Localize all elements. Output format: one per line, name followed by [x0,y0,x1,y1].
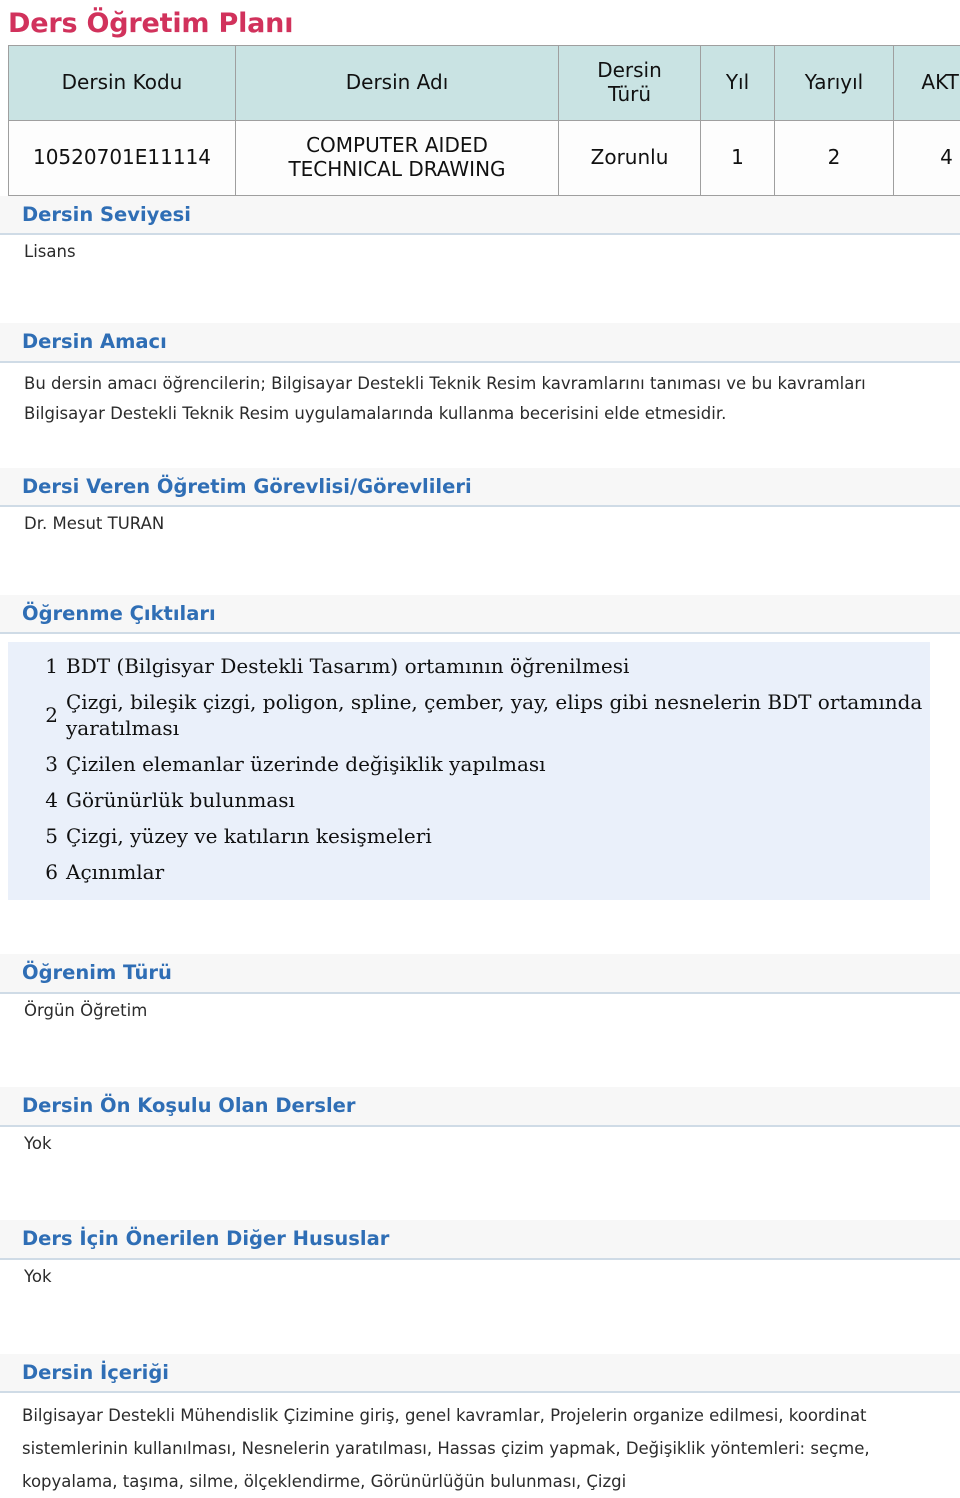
course-name-line2: TECHNICAL DRAWING [288,157,505,181]
learning-outcomes-table: 1 BDT (Bilgisyar Destekli Tasarım) ortam… [8,648,930,890]
course-type-header-line1: Dersin [597,58,662,82]
section-body-prerequisites: Yok [0,1127,960,1161]
section-header-instructors: Dersi Veren Öğretim Görevlisi/Görevliler… [0,468,960,507]
course-summary-table-wrapper: Dersin Kodu Dersin Adı Dersin Türü Yıl Y… [0,45,960,196]
section-body-course-content: Bilgisayar Destekli Mühendislik Çizimine… [0,1393,960,1498]
column-header-term: Yarıyıl [775,46,894,121]
section-education-type: Öğrenim Türü Örgün Öğretim [0,954,960,1027]
section-header-prerequisites: Dersin Ön Koşulu Olan Dersler [0,1087,960,1126]
outcome-text: Çizgi, yüzey ve katıların kesişmeleri [62,818,930,854]
cell-akts: 4 [894,121,960,196]
spacer [0,900,960,954]
course-summary-table: Dersin Kodu Dersin Adı Dersin Türü Yıl Y… [8,45,960,196]
section-learning-outcomes: Öğrenme Çıktıları 1 BDT (Bilgisyar Deste… [0,595,960,900]
cell-term: 2 [775,121,894,196]
page-title: Ders Öğretim Planı [0,0,960,45]
section-title-learning-outcomes: Öğrenme Çıktıları [22,602,216,625]
outcome-text: BDT (Bilgisyar Destekli Tasarım) ortamın… [62,648,930,684]
column-header-course-name: Dersin Adı [236,46,559,121]
section-header-education-type: Öğrenim Türü [0,954,960,993]
spacer [0,269,960,323]
section-body-course-aim: Bu dersin amacı öğrencilerin; Bilgisayar… [0,363,960,434]
course-type-header-line2: Türü [608,82,651,106]
section-instructors: Dersi Veren Öğretim Görevlisi/Görevliler… [0,468,960,541]
cell-course-name: COMPUTER AIDED TECHNICAL DRAWING [236,121,559,196]
section-header-recommendations: Ders İçin Önerilen Diğer Hususlar [0,1220,960,1259]
outcome-number: 3 [8,746,62,782]
table-header-row: Dersin Kodu Dersin Adı Dersin Türü Yıl Y… [9,46,960,121]
section-recommendations: Ders İçin Önerilen Diğer Hususlar Yok [0,1220,960,1293]
column-header-year: Yıl [701,46,775,121]
section-title-course-aim: Dersin Amacı [22,330,167,353]
cell-year: 1 [701,121,775,196]
section-header-course-aim: Dersin Amacı [0,323,960,362]
outcome-number: 2 [8,684,62,746]
section-title-course-level: Dersin Seviyesi [22,203,191,226]
section-title-recommendations: Ders İçin Önerilen Diğer Hususlar [22,1227,389,1250]
learning-outcomes-box: 1 BDT (Bilgisyar Destekli Tasarım) ortam… [8,642,930,900]
section-body-course-level: Lisans [0,235,960,269]
outcome-number: 4 [8,782,62,818]
outcome-number: 5 [8,818,62,854]
list-item: 2 Çizgi, bileşik çizgi, poligon, spline,… [8,684,930,746]
course-name-line1: COMPUTER AIDED [306,133,488,157]
spacer [0,1294,960,1354]
spacer [0,1160,960,1220]
column-header-akts: AKTS [894,46,960,121]
cell-course-code: 10520701E11114 [9,121,236,196]
list-item: 4 Görünürlük bulunması [8,782,930,818]
column-header-course-type: Dersin Türü [559,46,701,121]
section-body-instructors: Dr. Mesut TURAN [0,507,960,541]
section-header-course-level: Dersin Seviyesi [0,196,960,235]
outcome-text: Açınımlar [62,854,930,890]
section-title-course-content: Dersin İçeriği [22,1361,169,1384]
outcome-number: 6 [8,854,62,890]
cell-course-type: Zorunlu [559,121,701,196]
outcome-text: Çizilen elemanlar üzerinde değişiklik ya… [62,746,930,782]
spacer [0,1027,960,1087]
spacer [0,541,960,595]
outcome-text: Çizgi, bileşik çizgi, poligon, spline, ç… [62,684,930,746]
section-title-prerequisites: Dersin Ön Koşulu Olan Dersler [22,1094,356,1117]
outcome-number: 1 [8,648,62,684]
column-header-course-code: Dersin Kodu [9,46,236,121]
list-item: 3 Çizilen elemanlar üzerinde değişiklik … [8,746,930,782]
section-course-level: Dersin Seviyesi Lisans [0,196,960,269]
section-header-learning-outcomes: Öğrenme Çıktıları [0,595,960,634]
section-body-recommendations: Yok [0,1260,960,1294]
list-item: 1 BDT (Bilgisyar Destekli Tasarım) ortam… [8,648,930,684]
section-body-education-type: Örgün Öğretim [0,994,960,1028]
section-title-instructors: Dersi Veren Öğretim Görevlisi/Görevliler… [22,475,472,498]
section-prerequisites: Dersin Ön Koşulu Olan Dersler Yok [0,1087,960,1160]
list-item: 6 Açınımlar [8,854,930,890]
course-syllabus-page: Ders Öğretim Planı Dersin Kodu Dersin Ad… [0,0,960,1498]
section-course-content: Dersin İçeriği Bilgisayar Destekli Mühen… [0,1354,960,1498]
spacer [0,434,960,468]
section-course-aim: Dersin Amacı Bu dersin amacı öğrencileri… [0,323,960,433]
outcome-text: Görünürlük bulunması [62,782,930,818]
section-header-course-content: Dersin İçeriği [0,1354,960,1393]
list-item: 5 Çizgi, yüzey ve katıların kesişmeleri [8,818,930,854]
section-title-education-type: Öğrenim Türü [22,961,172,984]
table-row: 10520701E11114 COMPUTER AIDED TECHNICAL … [9,121,960,196]
